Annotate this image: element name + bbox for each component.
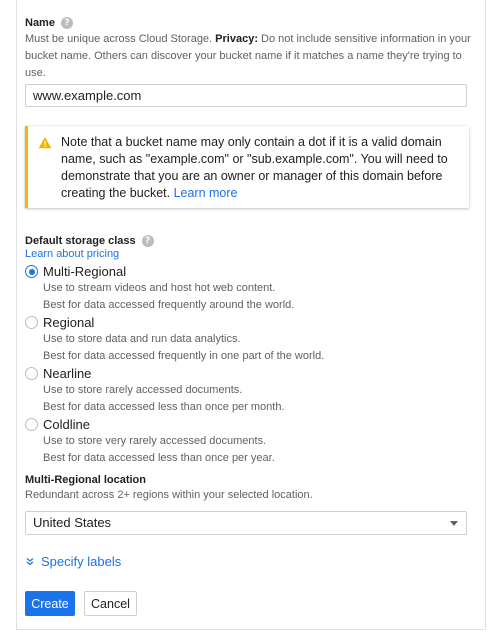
help-icon[interactable]: ? (60, 17, 73, 29)
domain-warning-box: Note that a bucket name may only contain… (25, 126, 469, 208)
radio-description: Best for data accessed less than once pe… (43, 451, 275, 464)
radio-description: Use to store very rarely accessed docume… (43, 435, 267, 447)
radio-option-regional[interactable]: Regional Use to store data and run data … (25, 314, 475, 364)
radio-description: Best for data accessed less than once pe… (43, 400, 285, 413)
radio-description: Best for data accessed frequently around… (43, 298, 295, 311)
create-bucket-panel: Name ? Must be unique across Cloud Stora… (16, 0, 486, 630)
specify-labels-toggle[interactable]: Specify labels (25, 554, 121, 569)
warning-icon (38, 137, 52, 149)
radio-option-coldline[interactable]: Coldline Use to store very rarely access… (25, 416, 475, 466)
location-description: Redundant across 2+ regions within your … (25, 489, 313, 501)
name-description: Must be unique across Cloud Storage. Pri… (25, 33, 471, 79)
radio-button[interactable] (25, 367, 38, 380)
storage-class-section: Default storage class ? Learn about pric… (25, 235, 475, 467)
cancel-button[interactable]: Cancel (84, 591, 137, 616)
bucket-name-input[interactable] (25, 84, 467, 107)
specify-labels-text: Specify labels (41, 554, 122, 569)
radio-description: Best for data accessed frequently in one… (43, 349, 325, 362)
storage-class-label: Default storage class (25, 235, 136, 247)
radio-description: Use to store rarely accessed documents. (43, 384, 243, 396)
name-section: Name ? Must be unique across Cloud Stora… (25, 17, 475, 82)
radio-description: Use to stream videos and host hot web co… (43, 282, 276, 294)
radio-label: Regional (43, 315, 95, 330)
name-label: Name (25, 17, 55, 29)
location-section: Multi-Regional location Redundant across… (25, 474, 475, 504)
radio-button[interactable] (25, 316, 38, 329)
location-label: Multi-Regional location (25, 474, 146, 486)
radio-label: Coldline (43, 417, 90, 432)
radio-description: Use to store data and run data analytics… (43, 333, 241, 345)
create-button[interactable]: Create (25, 591, 75, 616)
radio-button[interactable] (25, 265, 38, 278)
radio-button[interactable] (25, 418, 38, 431)
radio-option-nearline[interactable]: Nearline Use to store rarely accessed do… (25, 365, 475, 415)
radio-label: Nearline (43, 366, 92, 381)
location-selected-value: United States (33, 515, 112, 530)
storage-class-radio-group: Multi-Regional Use to stream videos and … (25, 263, 475, 466)
learn-about-pricing-link[interactable]: Learn about pricing (25, 248, 475, 260)
location-select[interactable]: United States (25, 511, 467, 535)
radio-label: Multi-Regional (43, 264, 127, 279)
help-icon[interactable]: ? (141, 235, 154, 247)
dropdown-arrow-icon (450, 521, 458, 526)
learn-more-link[interactable]: Learn more (174, 186, 238, 200)
radio-option-multi-regional[interactable]: Multi-Regional Use to stream videos and … (25, 263, 475, 313)
warning-text: Note that a bucket name may only contain… (61, 135, 448, 200)
double-chevron-down-icon (26, 557, 34, 565)
